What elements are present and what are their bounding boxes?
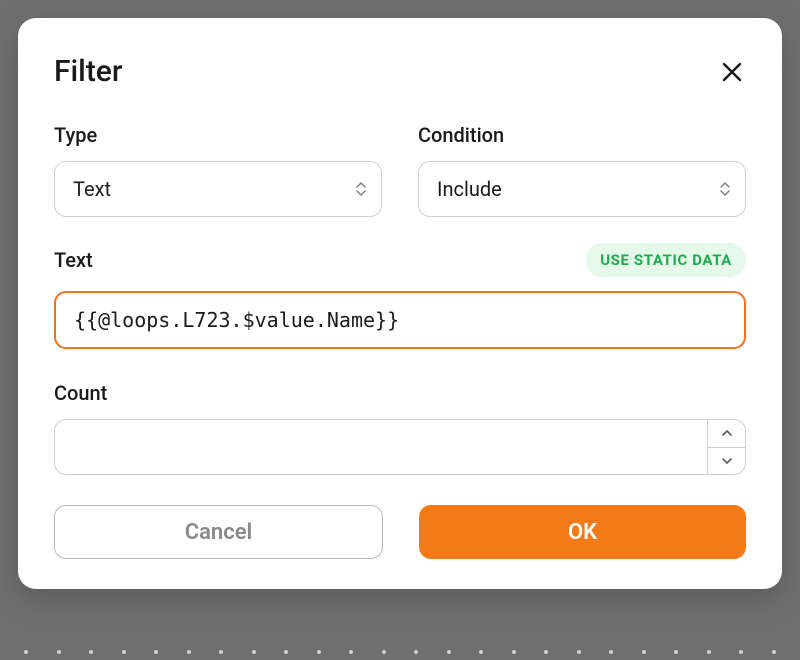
- modal-title: Filter: [54, 54, 122, 89]
- type-select-value: Text: [73, 177, 111, 201]
- text-field-group: Text USE STATIC DATA: [54, 243, 746, 381]
- type-field-group: Type Text: [54, 123, 382, 217]
- modal-footer: Cancel OK: [54, 505, 746, 559]
- text-input[interactable]: [54, 291, 746, 349]
- modal-backdrop: Filter Type Text Condition: [0, 0, 800, 660]
- chevron-up-down-icon: [355, 181, 367, 197]
- count-step-up-button[interactable]: [708, 420, 745, 448]
- condition-field-group: Condition Include: [418, 123, 746, 217]
- chevron-down-icon: [721, 457, 733, 465]
- count-input[interactable]: [55, 420, 707, 474]
- count-label: Count: [54, 381, 746, 405]
- filter-modal: Filter Type Text Condition: [18, 18, 782, 589]
- chevron-up-down-icon: [719, 181, 731, 197]
- type-select[interactable]: Text: [54, 161, 382, 217]
- modal-header: Filter: [54, 54, 746, 89]
- chevron-up-icon: [721, 429, 733, 437]
- condition-select-value: Include: [437, 177, 502, 201]
- text-label: Text: [54, 248, 93, 272]
- cancel-button[interactable]: Cancel: [54, 505, 383, 559]
- close-icon: [720, 60, 744, 84]
- use-static-data-badge[interactable]: USE STATIC DATA: [586, 243, 746, 277]
- count-stepper: [707, 420, 745, 474]
- ok-button[interactable]: OK: [419, 505, 746, 559]
- count-step-down-button[interactable]: [708, 448, 745, 475]
- count-field-group: Count: [54, 381, 746, 475]
- background-dots: [0, 650, 800, 654]
- close-button[interactable]: [718, 58, 746, 86]
- type-label: Type: [54, 123, 382, 147]
- condition-label: Condition: [418, 123, 746, 147]
- condition-select[interactable]: Include: [418, 161, 746, 217]
